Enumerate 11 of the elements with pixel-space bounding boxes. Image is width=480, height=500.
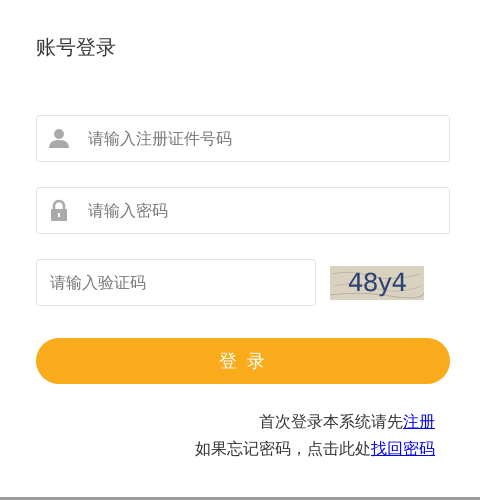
help-link[interactable]: 找回密码 (371, 439, 435, 458)
help-link[interactable]: 注册 (403, 412, 435, 431)
login-title: 账号登录 (36, 34, 117, 61)
captcha-image[interactable]: 48y4 (330, 266, 424, 300)
help-text: 如果忘记密码，点击此处找回密码 (195, 439, 435, 460)
help-text: 首次登录本系统请先注册 (259, 412, 435, 433)
user-icon (48, 127, 70, 149)
input-field[interactable]: 请输入注册证件号码 (36, 115, 450, 162)
lock-icon (48, 199, 70, 221)
captcha-field[interactable]: 请输入验证码 (36, 259, 316, 306)
input-field[interactable]: 请输入密码 (36, 187, 450, 234)
